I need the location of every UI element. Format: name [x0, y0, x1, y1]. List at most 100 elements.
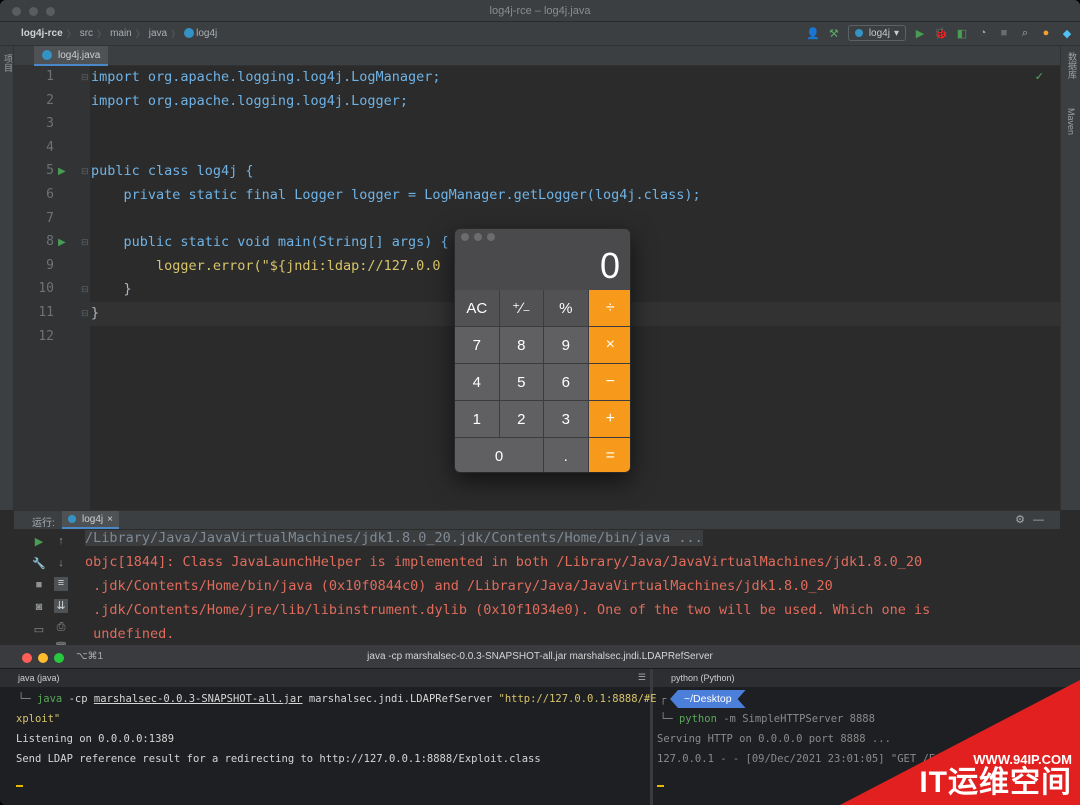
calculator-keypad: AC ⁺∕₋% ÷ 7 8 9 × 4 5 6− 1 2 3 +0. = [455, 290, 630, 472]
code-line: private static final Logger logger = Log… [91, 187, 701, 203]
calc-key-multiply[interactable]: × [588, 327, 630, 363]
calculator-window-controls[interactable] [461, 233, 495, 241]
left-tool-strip: 项目 [0, 46, 14, 510]
breadcrumb-project[interactable]: log4j-rce [21, 28, 63, 39]
soft-wrap-icon[interactable]: ≡ [54, 577, 68, 591]
calc-key-three[interactable]: 3 [544, 401, 588, 437]
calc-key-clear[interactable]: AC [455, 290, 499, 326]
left-pane-header[interactable]: java (java) ☰ [0, 669, 650, 687]
pane-menu-icon[interactable]: ☰ [638, 672, 646, 683]
camera-icon[interactable]: ◙ [32, 601, 46, 615]
prompt-path: ~/Desktop [670, 690, 746, 708]
profile-icon[interactable]: ◔ [976, 26, 990, 40]
line-number: 12 [38, 328, 54, 344]
search-icon[interactable]: ⌕ [1018, 26, 1032, 40]
terminal-command-line: └─ java -cp marshalsec-0.0.3-SNAPSHOT-al… [18, 693, 657, 705]
line-number: 5 [46, 163, 54, 179]
layout-icon[interactable]: ▭ [32, 623, 46, 637]
calc-key-plus-minus[interactable]: ⁺∕₋ [499, 290, 543, 326]
breadcrumb-main[interactable]: main [110, 28, 132, 39]
wrench-icon[interactable]: 🔧 [32, 557, 46, 571]
calc-key-six[interactable]: 6 [544, 364, 588, 400]
run-config-select[interactable]: log4j ▾ [847, 25, 906, 41]
calc-key-decimal[interactable]: . [544, 438, 588, 472]
line-number: 4 [46, 139, 54, 155]
run-tab-log4j[interactable]: log4j × [62, 511, 119, 529]
breadcrumb-class[interactable]: log4j [184, 28, 217, 39]
maven-panel-tab[interactable]: Maven [1066, 108, 1076, 135]
class-icon [184, 28, 195, 38]
code-line: } [91, 281, 132, 298]
coverage-icon[interactable]: ◧ [955, 26, 969, 40]
calc-key-two[interactable]: 2 [499, 401, 543, 437]
console-line-command: /Library/Java/JavaVirtualMachines/jdk1.8… [85, 530, 703, 546]
user-icon[interactable]: 👤 [806, 26, 820, 40]
calc-key-nine[interactable]: 9 [544, 327, 588, 363]
terminal-title-bar: ⌥⌘1 java -cp marshalsec-0.0.3-SNAPSHOT-a… [0, 645, 1080, 669]
build-hammer-icon[interactable]: ⚒ [827, 26, 841, 40]
tab-log4j-java[interactable]: log4j.java [34, 46, 109, 66]
run-settings-gear-icon[interactable]: ⚙— [1015, 513, 1052, 526]
main-toolbar: 👤 ⚒ log4j ▾ ▶ 🐞 ◧ ◔ ■ ⌕ ● ◆ [806, 25, 1074, 41]
update-icon[interactable]: ● [1039, 26, 1053, 40]
editor-gutter: 1 ⊟ 2 3 4 5 ▶ ⊟ 6 7 8 ▶ ⊟ 9 10 ⊟ 11 ⊟ 12 [14, 66, 90, 510]
code-line: import org.apache.logging.log4j.LogManag… [91, 69, 441, 85]
console-line-error: objc[1844]: Class JavaLaunchHelper is im… [85, 554, 923, 570]
java-class-icon [42, 50, 52, 60]
calc-key-plus[interactable]: + [588, 401, 630, 437]
run-tools: ▶ ↑ 🔧 ↓ ■ ≡ ◙ ⇊ ▭ ⎙ 🗑 [14, 529, 70, 654]
watermark: WWW.94IP.COM IT运维空间 [840, 680, 1080, 805]
line-number: 2 [46, 92, 54, 108]
line-number: 6 [46, 187, 54, 202]
scroll-down-icon[interactable]: ↓ [54, 557, 68, 571]
run-tool-window: 运行: log4j × ⚙— ▶ ↑ 🔧 ↓ ■ ≡ ◙ ⇊ ▭ ⎙ 🗑 /Li… [14, 510, 1060, 654]
prompt-corner: ┌ [660, 693, 667, 705]
scroll-up-icon[interactable]: ↑ [54, 535, 68, 549]
debug-icon[interactable]: 🐞 [934, 26, 948, 40]
calc-key-equals[interactable]: = [588, 438, 630, 472]
calc-key-zero[interactable]: 0 [455, 438, 543, 472]
watermark-text: IT运维空间 [919, 766, 1072, 799]
calc-key-seven[interactable]: 7 [455, 327, 499, 363]
right-tool-strip: 数据库 Maven [1060, 46, 1080, 510]
config-icon [854, 29, 863, 37]
scroll-to-end-icon[interactable]: ⇊ [54, 599, 68, 613]
line-number: 9 [46, 257, 54, 273]
calc-key-one[interactable]: 1 [455, 401, 499, 437]
gutter-run-icon[interactable]: ▶ [58, 237, 66, 248]
fold-icon[interactable]: ⊟ [81, 72, 89, 83]
run-tab-icon [68, 515, 76, 523]
calc-key-five[interactable]: 5 [499, 364, 543, 400]
fold-icon[interactable]: ⊟ [81, 166, 89, 177]
rerun-icon[interactable]: ▶ [32, 535, 46, 549]
calc-key-eight[interactable]: 8 [499, 327, 543, 363]
calc-key-percent[interactable]: % [544, 290, 588, 326]
stop-icon[interactable]: ■ [997, 26, 1011, 40]
inspection-ok-icon[interactable]: ✓ [1035, 70, 1044, 83]
fold-icon[interactable]: ⊟ [81, 308, 89, 319]
breadcrumb-java[interactable]: java [149, 28, 167, 39]
jetbrains-icon[interactable]: ◆ [1060, 26, 1074, 40]
database-panel-tab[interactable]: 数据库 [1066, 52, 1079, 79]
window-title: log4j-rce – log4j.java [489, 5, 591, 17]
print-icon[interactable]: ⎙ [54, 621, 68, 635]
code-line: import org.apache.logging.log4j.Logger; [91, 92, 408, 109]
fold-icon[interactable]: ⊟ [81, 284, 89, 295]
navigation-bar: log4j-rce 〉 src 〉 main 〉 java 〉 log4j 👤 ⚒ lo… [0, 22, 1080, 46]
gutter-run-icon[interactable]: ▶ [58, 166, 66, 177]
calc-key-four[interactable]: 4 [455, 364, 499, 400]
pane-divider[interactable] [650, 669, 653, 805]
terminal-command-cont: xploit" [16, 713, 61, 725]
run-header: 运行: log4j × ⚙— [14, 511, 1060, 529]
terminal-output-ldap: Send LDAP reference result for a redirec… [16, 753, 541, 765]
calc-key-minus[interactable]: − [588, 364, 630, 400]
console-line-error: .jdk/Contents/Home/bin/java (0x10f0844c0… [85, 578, 833, 594]
calculator-window: 0 AC ⁺∕₋% ÷ 7 8 9 × 4 5 6− 1 2 3 +0. = [454, 228, 631, 473]
line-number: 1 [46, 69, 54, 84]
fold-icon[interactable]: ⊟ [81, 237, 89, 248]
terminal-cursor [657, 785, 664, 787]
stop-run-icon[interactable]: ■ [32, 579, 46, 593]
breadcrumb-src[interactable]: src [80, 28, 93, 39]
run-icon[interactable]: ▶ [913, 26, 927, 40]
calc-key-divide[interactable]: ÷ [588, 290, 630, 326]
